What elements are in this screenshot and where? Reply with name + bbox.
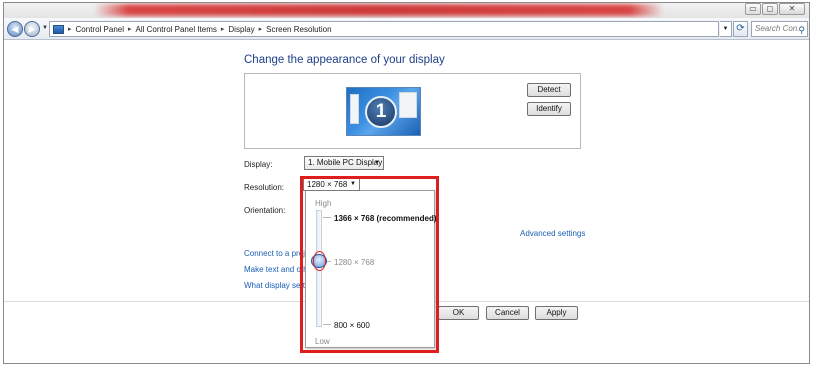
display-select[interactable]: 1. Mobile PC Display ▼ [304, 156, 384, 170]
ok-button[interactable]: OK [438, 306, 479, 320]
address-bar[interactable]: ▸ Control Panel ▸ All Control Panel Item… [49, 21, 719, 37]
display-label: Display: [244, 160, 273, 169]
address-dropdown-icon[interactable]: ▼ [720, 21, 732, 37]
monitor-1[interactable]: 1 [346, 87, 421, 136]
chevron-right-icon[interactable]: ▸ [128, 25, 132, 33]
breadcrumb-all-items[interactable]: All Control Panel Items [136, 25, 217, 34]
monitor-preview: 1 Detect Identify [244, 73, 581, 149]
refresh-icon[interactable]: ⟳ [733, 21, 748, 37]
chevron-right-icon[interactable]: ▸ [259, 25, 263, 33]
advanced-settings-link[interactable]: Advanced settings [520, 229, 585, 238]
breadcrumb-control-panel[interactable]: Control Panel [76, 25, 124, 34]
page-title: Change the appearance of your display [244, 54, 445, 66]
navigation-bar: ◀ ▶ ▼ ▸ Control Panel ▸ All Control Pane… [4, 18, 809, 40]
search-icon[interactable]: ⚲ [798, 23, 805, 37]
display-select-value: 1. Mobile PC Display [308, 158, 383, 167]
monitor-window-graphic [399, 92, 417, 118]
identify-button[interactable]: Identify [527, 102, 571, 116]
resolution-label: Resolution: [244, 183, 285, 192]
maximize-button[interactable]: ◻ [762, 3, 778, 15]
chevron-right-icon[interactable]: ▸ [221, 25, 225, 33]
breadcrumb-screen-resolution[interactable]: Screen Resolution [266, 25, 331, 34]
close-button[interactable]: ✕ [779, 3, 805, 15]
recent-pages-dropdown-icon[interactable]: ▼ [42, 25, 48, 31]
apply-button[interactable]: Apply [535, 306, 578, 320]
search-input[interactable]: Search Con... ⚲ [751, 21, 808, 37]
chevron-right-icon[interactable]: ▸ [68, 25, 72, 33]
monitor-number-badge: 1 [365, 96, 397, 128]
chevron-down-icon: ▼ [374, 160, 380, 166]
title-bar: ▭ ◻ ✕ [4, 3, 809, 18]
monitor-window-graphic [350, 94, 359, 124]
window-controls: ▭ ◻ ✕ [745, 3, 805, 15]
minimize-button[interactable]: ▭ [745, 3, 761, 15]
cancel-button[interactable]: Cancel [486, 306, 529, 320]
detect-button[interactable]: Detect [527, 83, 571, 97]
search-placeholder: Search Con... [755, 24, 804, 33]
back-button[interactable]: ◀ [7, 21, 23, 37]
orientation-label: Orientation: [244, 206, 286, 215]
redacted-window-title [94, 4, 664, 16]
forward-button[interactable]: ▶ [24, 21, 40, 37]
highlight-box [300, 176, 439, 353]
control-panel-icon [53, 24, 64, 34]
breadcrumb-display[interactable]: Display [228, 25, 254, 34]
